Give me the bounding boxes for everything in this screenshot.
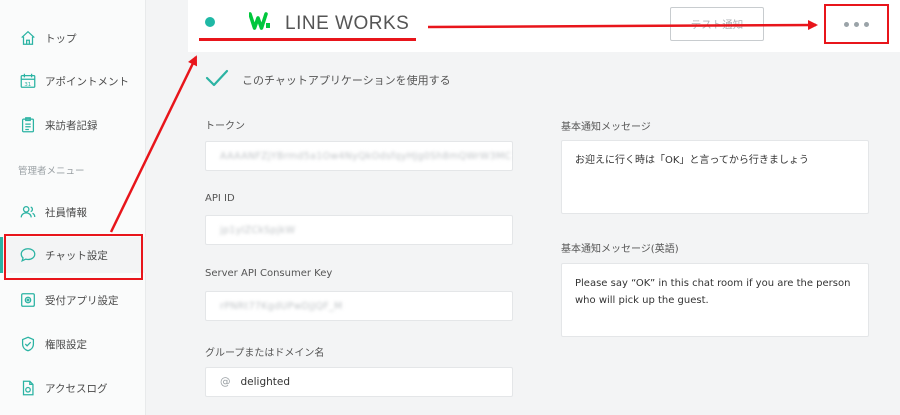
sidebar-item-visitor-log[interactable]: 来訪者記録 [0, 107, 146, 143]
use-app-label: このチャットアプリケーションを使用する [242, 74, 451, 87]
sidebar-item-label: アポイントメント [45, 75, 129, 88]
domain-label: グループまたはドメイン名 [205, 348, 325, 359]
sidebar-item-label: 来訪者記録 [45, 119, 98, 132]
consumer-key-value: rPNRt77KgdUPwDjJQF_M [220, 300, 343, 312]
token-value: AAAANFZjYBrmd5a1Ow4NyQkOdsfqyHJg0Sh8mQWr… [220, 150, 512, 162]
annotation-underline [199, 38, 416, 41]
basic-message-textarea[interactable]: お迎えに行く時は「OK」と言ってから行きましょう [561, 140, 869, 214]
test-notification-button[interactable]: テスト通知 [670, 7, 764, 41]
shield-icon [18, 334, 38, 354]
basic-message-label: 基本通知メッセージ [561, 122, 651, 133]
domain-value: delighted [240, 376, 291, 388]
status-indicator [205, 17, 215, 27]
sidebar-item-label: 受付アプリ設定 [45, 294, 119, 307]
log-icon [18, 378, 38, 398]
sidebar-item-reception-app[interactable]: 受付アプリ設定 [0, 282, 146, 318]
calendar-icon: 31 [18, 71, 38, 91]
basic-message-en-label: 基本通知メッセージ(英語) [561, 244, 679, 255]
sidebar-item-permissions[interactable]: 権限設定 [0, 326, 146, 362]
api-id-value: jp1yIZCkSpjkW [220, 224, 296, 236]
admin-menu-heading: 管理者メニュー [18, 166, 85, 177]
tablet-icon [18, 290, 38, 310]
sidebar: トップ 31 アポイントメント 来訪者記録 管理者メニュー 社員情報 チャット設… [0, 0, 146, 415]
app-name: LINE WORKS [285, 13, 410, 34]
api-id-label: API ID [205, 193, 235, 204]
token-label: トークン [205, 121, 245, 132]
use-app-checkbox[interactable] [205, 68, 229, 88]
sidebar-item-label: 権限設定 [45, 338, 87, 351]
annotation-box-chat [4, 234, 143, 280]
annotation-box-more [824, 4, 889, 44]
sidebar-item-appointment[interactable]: 31 アポイントメント [0, 63, 146, 99]
sidebar-item-employees[interactable]: 社員情報 [0, 194, 146, 230]
token-field[interactable]: AAAANFZjYBrmd5a1Ow4NyQkOdsfqyHJg0Sh8mQWr… [205, 141, 513, 171]
sidebar-item-top[interactable]: トップ [0, 20, 146, 56]
svg-text:31: 31 [24, 82, 31, 88]
consumer-key-label: Server API Consumer Key [205, 268, 333, 279]
basic-message-en-textarea[interactable]: Please say “OK” in this chat room if you… [561, 263, 869, 337]
consumer-key-field[interactable]: rPNRt77KgdUPwDjJQF_M [205, 291, 513, 321]
api-id-field[interactable]: jp1yIZCkSpjkW [205, 215, 513, 245]
home-icon [18, 28, 38, 48]
clipboard-icon [18, 115, 38, 135]
sidebar-item-label: 社員情報 [45, 206, 87, 219]
line-works-logo [249, 12, 270, 30]
sidebar-item-label: トップ [45, 32, 77, 45]
users-icon [18, 202, 38, 222]
at-sign-icon: @ [220, 376, 231, 388]
sidebar-item-access-log[interactable]: アクセスログ [0, 370, 146, 406]
active-indicator [0, 237, 3, 273]
domain-field[interactable]: @ delighted [205, 367, 513, 397]
sidebar-item-label: アクセスログ [45, 382, 108, 395]
